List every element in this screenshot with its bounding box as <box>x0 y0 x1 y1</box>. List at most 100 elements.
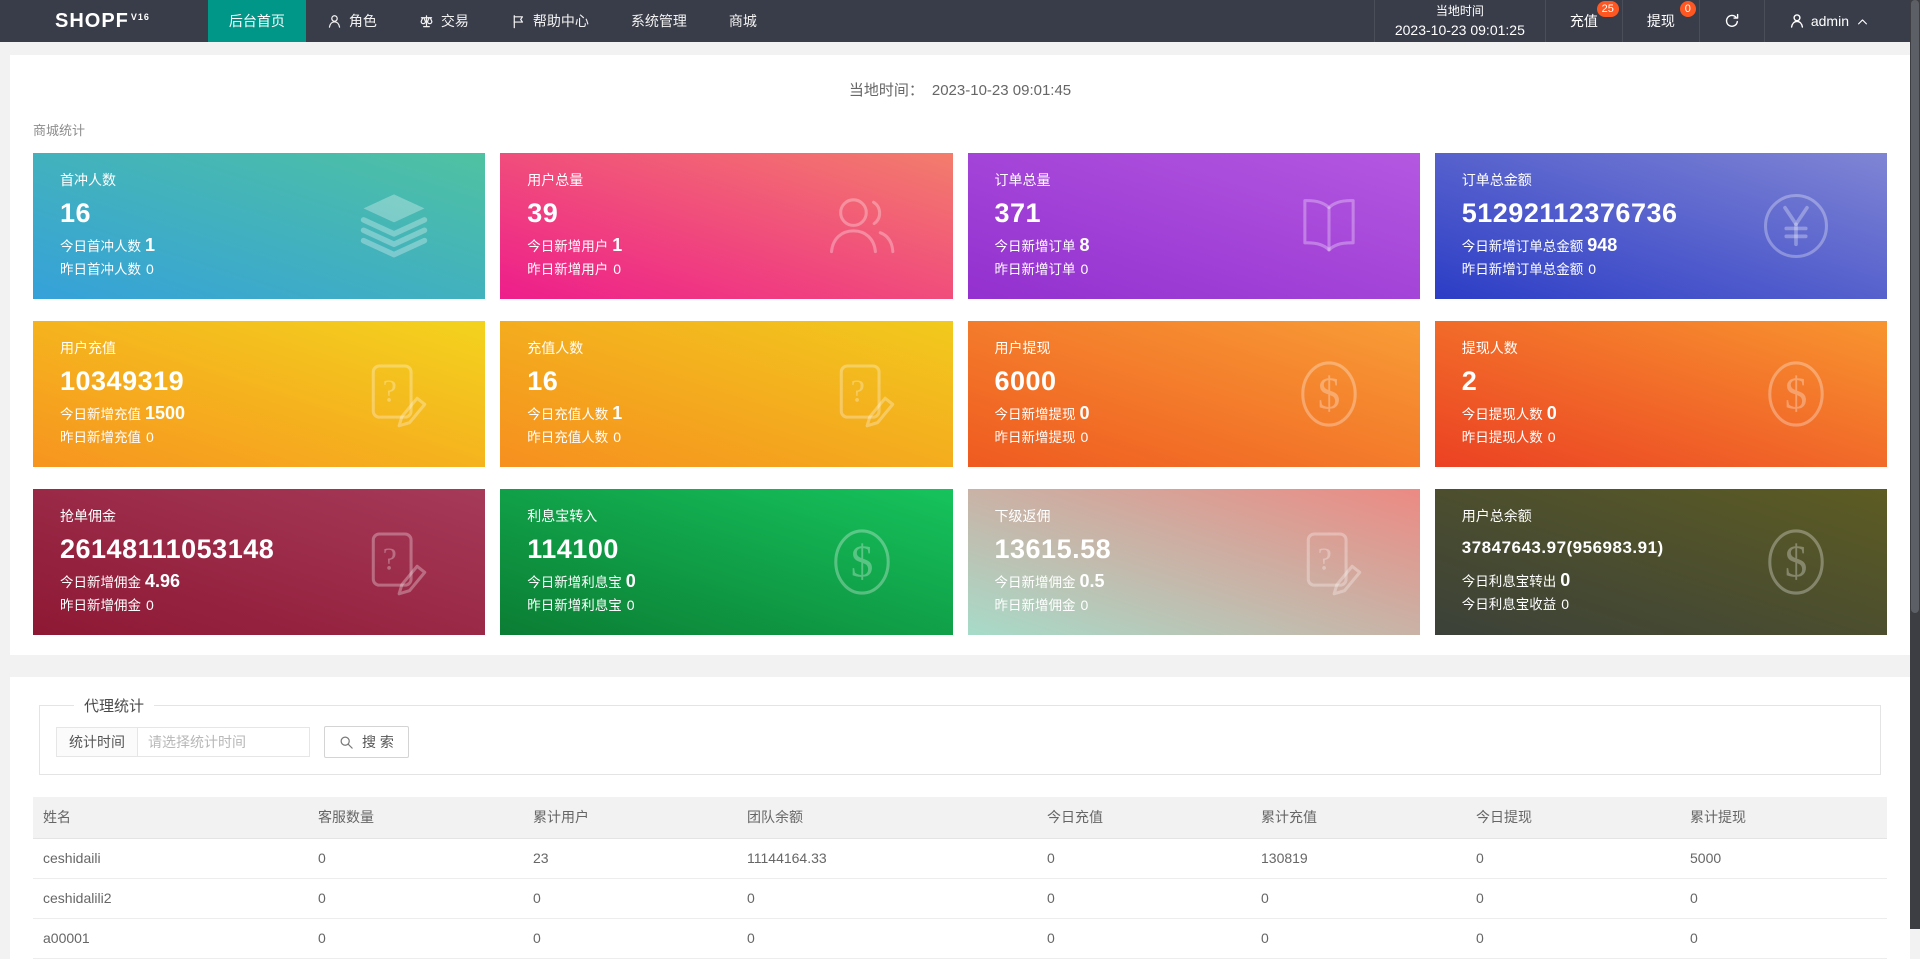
table-cell: 0 <box>1251 918 1466 959</box>
table-header-cell: 团队余额 <box>737 797 1037 839</box>
search-button[interactable]: 搜 索 <box>324 726 409 758</box>
withdraw-button[interactable]: 提现 0 <box>1621 0 1699 42</box>
table-cell: ceshidalili2 <box>33 878 308 919</box>
stat-card-recharge-users: 充值人数 16 今日充值人数 1 昨日充值人数 0? <box>500 321 953 467</box>
navbar-right: 当地时间 2023-10-23 09:01:25 充值 25 提现 0 admi… <box>1373 0 1920 42</box>
recharge-button[interactable]: 充值 25 <box>1544 0 1622 42</box>
table-cell: 0 <box>1466 878 1680 919</box>
nav-item-label: 后台首页 <box>228 13 285 29</box>
shop-stats-panel: 当地时间： 2023-10-23 09:01:45 商城统计 首冲人数 16 今日首冲… <box>10 55 1910 655</box>
table-header-cell: 今日充值 <box>1037 797 1251 839</box>
nav-item-home[interactable]: 后台首页 <box>207 0 306 42</box>
table-cell: 0 <box>308 878 523 919</box>
table-header-cell: 客服数量 <box>308 797 523 839</box>
doc-edit-icon: ? <box>355 355 433 433</box>
nav-item-label: 帮助中心 <box>532 13 589 29</box>
nav-item-label: 商城 <box>728 13 757 29</box>
local-time-label: 当地时间 <box>1435 3 1484 18</box>
agent-stats-panel: 代理统计 统计时间 搜 索 姓名客服数量累计用户团队余额今日充值累计充值今日提现… <box>10 677 1910 959</box>
local-time-value: 2023-10-23 09:01:25 <box>1394 21 1525 38</box>
user-icon <box>327 14 342 29</box>
table-cell: 11144164.33 <box>737 838 1037 879</box>
logo-version: V16 <box>130 12 150 22</box>
agent-stats-fieldset: 代理统计 统计时间 搜 索 <box>39 695 1881 775</box>
agent-table: 姓名 客服数量 累计用户 团队余额 今日充值 累计充值 今日提现 累计提现 ceshidail… <box>33 797 1887 959</box>
nav-item-trade[interactable]: 交易 <box>398 0 490 42</box>
section-title: 商城统计 <box>33 123 86 138</box>
svg-text:$: $ <box>1785 369 1808 419</box>
stat-time-input[interactable] <box>138 727 310 757</box>
table-cell: 0 <box>1466 838 1680 879</box>
table-row: ceshidalili2 0 0 0 0 0 0 0 <box>33 878 1887 919</box>
stat-cards-grid: 首冲人数 16 今日首冲人数 1 昨日首冲人数 0 用户总量 39 今日新增用户 1 昨日新增用户 0… <box>33 153 1887 635</box>
table-cell: 0 <box>1037 838 1251 879</box>
svg-text:?: ? <box>850 373 864 408</box>
stat-time-label: 统计时间 <box>56 727 138 757</box>
stat-card-user-total-balance: 用户总余额 37847643.97(956983.91) 今日利息宝转出 0 今日利息宝… <box>1434 489 1887 635</box>
logo-text: SHOPF <box>55 9 129 32</box>
app-logo: SHOPF V16 <box>0 0 150 42</box>
table-cell: 0 <box>1251 878 1466 919</box>
table-cell: 0 <box>308 918 523 959</box>
page-time-value: 2023-10-23 09:01:45 <box>931 82 1072 99</box>
admin-menu[interactable]: admin <box>1763 0 1892 42</box>
nav-item-label: 系统管理 <box>630 13 687 29</box>
scales-icon <box>419 14 434 29</box>
agent-search-form: 统计时间 搜 索 <box>56 726 1880 758</box>
table-header-row: 姓名 客服数量 累计用户 团队余额 今日充值 累计充值 今日提现 累计提现 <box>33 797 1887 839</box>
stat-card-user-withdraw: 用户提现 6000 今日新增提现 0 昨日新增提现 0 $ <box>967 321 1420 467</box>
table-cell: 0 <box>1037 918 1251 959</box>
nav-item-system[interactable]: 系统管理 <box>610 0 708 42</box>
table-cell: 0 <box>1680 918 1887 959</box>
table-cell: 0 <box>523 878 737 919</box>
nav-item-help[interactable]: 帮助中心 <box>490 0 610 42</box>
doc-edit-icon: ? <box>1290 523 1368 601</box>
yen-circle-icon <box>1757 187 1835 265</box>
nav-item-label: 交易 <box>440 13 469 29</box>
layers-icon <box>355 187 433 265</box>
table-header-cell: 累计充值 <box>1251 797 1466 839</box>
users-icon <box>823 187 901 265</box>
agent-stats-legend: 代理统计 <box>84 698 145 715</box>
table-row: a00001 0 0 0 0 0 0 0 <box>33 918 1887 959</box>
table-cell: 23 <box>523 838 737 879</box>
svg-text:$: $ <box>850 537 873 587</box>
doc-edit-icon: ? <box>823 355 901 433</box>
table-cell: 0 <box>523 918 737 959</box>
stat-card-first-charge-users: 首冲人数 16 今日首冲人数 1 昨日首冲人数 0 <box>33 153 486 299</box>
nav-item-mall[interactable]: 商城 <box>708 0 778 42</box>
svg-text:?: ? <box>383 541 397 576</box>
stat-card-sub-rebate: 下级返佣 13615.58 今日新增佣金 0.5 昨日新增佣金 0? <box>967 489 1420 635</box>
chevron-up-icon <box>1855 17 1868 26</box>
table-cell: 130819 <box>1251 838 1466 879</box>
dollar-circle-icon: $ <box>1290 355 1368 433</box>
nav-item-label: 角色 <box>348 13 377 29</box>
table-cell: 0 <box>308 838 523 879</box>
table-header-cell: 姓名 <box>33 797 308 839</box>
user-icon <box>1789 13 1805 29</box>
scrollbar-thumb[interactable] <box>1911 0 1919 614</box>
stat-card-order-total-amount: 订单总金额 51292112376736 今日新增订单总金额 948 昨日新增订单总金额… <box>1434 153 1887 299</box>
table-header-cell: 今日提现 <box>1466 797 1680 839</box>
stat-card-withdraw-users: 提现人数 2 今日提现人数 0 昨日提现人数 0 $ <box>1434 321 1887 467</box>
doc-edit-icon: ? <box>355 523 433 601</box>
dollar-circle-icon: $ <box>823 523 901 601</box>
table-cell: 0 <box>737 918 1037 959</box>
stat-card-interest-transfer-in: 利息宝转入 114100 今日新增利息宝 0 昨日新增利息宝 0 $ <box>500 489 953 635</box>
table-header-cell: 累计用户 <box>523 797 737 839</box>
table-row: ceshidaili 0 23 11144164.33 0 130819 0 5000 <box>33 838 1887 879</box>
table-cell: 0 <box>1680 878 1887 919</box>
refresh-button[interactable] <box>1698 0 1764 42</box>
table-cell: 5000 <box>1680 838 1887 879</box>
nav-item-roles[interactable]: 角色 <box>306 0 398 42</box>
page-time-label: 当地时间： <box>848 82 924 99</box>
table-cell: a00001 <box>33 918 308 959</box>
stat-card-total-users: 用户总量 39 今日新增用户 1 昨日新增用户 0 <box>500 153 953 299</box>
svg-text:$: $ <box>1317 369 1340 419</box>
table-header-cell: 累计提现 <box>1680 797 1887 839</box>
vertical-scrollbar[interactable] <box>1910 0 1920 929</box>
svg-text:?: ? <box>1317 541 1331 576</box>
stat-card-total-orders: 订单总量 371 今日新增订单 8 昨日新增订单 0 <box>967 153 1420 299</box>
navbar-local-time: 当地时间 2023-10-23 09:01:25 <box>1373 0 1545 42</box>
top-navbar: SHOPF V16 后台首页 角色 交易 帮助中心 系统管理 商城 当地时间 2023-10… <box>0 0 1920 42</box>
